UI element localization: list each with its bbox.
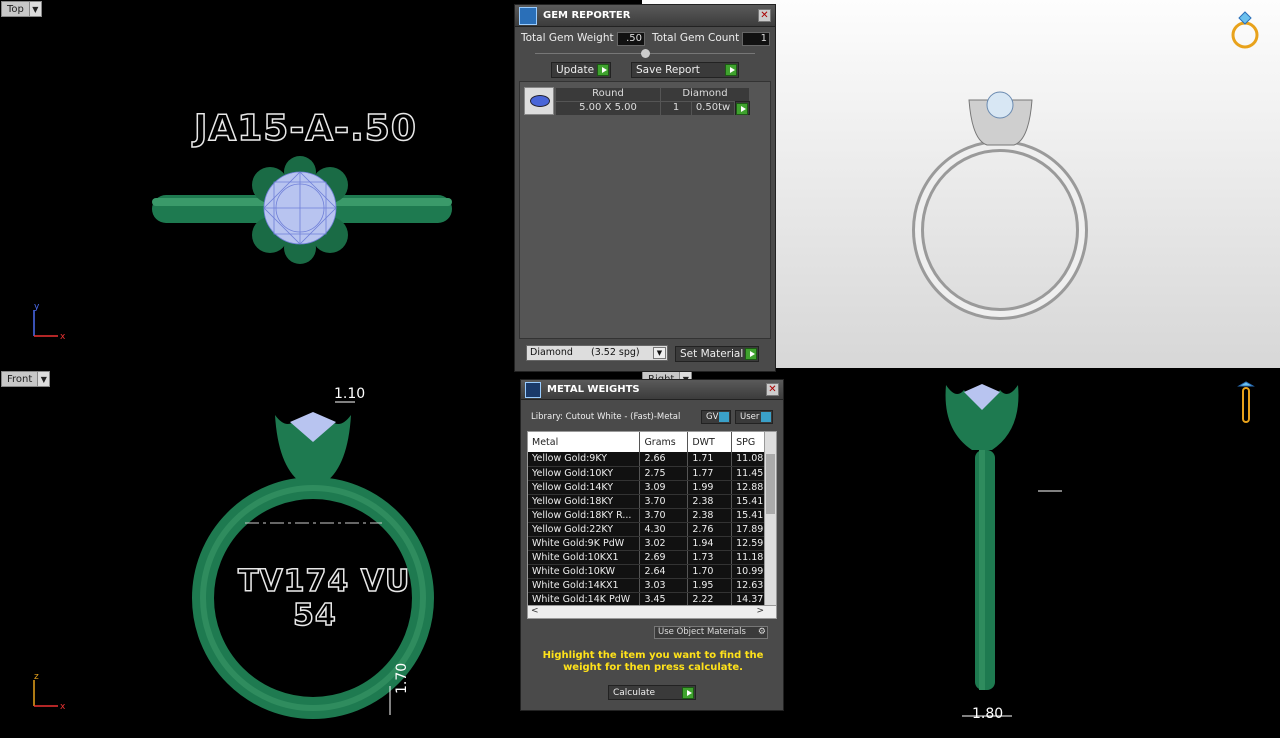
material-select[interactable]: Diamond (3.52 spg) ▼ — [526, 345, 668, 361]
dimension-top: 1.10 — [334, 386, 366, 402]
toggle-icon — [761, 412, 771, 422]
gem-header-shape: Round — [556, 88, 660, 101]
engraving-text-line1: TV174 VU — [237, 563, 411, 600]
table-row[interactable]: White Gold:14KX1 3.03 1.95 12.63 — [528, 578, 776, 593]
total-gem-count-label: Total Gem Count — [652, 32, 740, 44]
play-arrow-icon — [725, 64, 737, 76]
gem-count: 1 — [661, 102, 691, 115]
metal-weights-icon — [525, 381, 541, 398]
dimension-side: 1.80 — [972, 706, 1004, 722]
gem-reporter-icon — [519, 6, 537, 25]
total-gem-count-field[interactable]: 1 — [742, 32, 770, 46]
calculate-button[interactable]: Calculate — [608, 685, 696, 700]
gem-row-action-button[interactable] — [735, 101, 750, 115]
metal-weights-titlebar[interactable]: METAL WEIGHTS ✕ — [521, 380, 783, 400]
axis-gizmo-front: z x — [33, 672, 66, 712]
play-arrow-icon — [682, 687, 694, 699]
gem-size: 5.00 X 5.00 — [556, 102, 660, 115]
update-button[interactable]: Update — [551, 62, 611, 78]
table-row[interactable]: White Gold:10KX1 2.69 1.73 11.18 — [528, 550, 776, 565]
front-view-gizmo-icon[interactable] — [1236, 380, 1256, 426]
total-gem-weight-field[interactable]: .50 — [617, 32, 645, 46]
horizontal-scrollbar[interactable]: < > — [528, 605, 776, 618]
svg-text:y: y — [34, 302, 40, 312]
close-icon[interactable]: ✕ — [766, 383, 779, 396]
splitter-knob-icon[interactable] — [641, 49, 650, 58]
scroll-left-icon[interactable]: < — [531, 606, 539, 616]
scrollbar-thumb[interactable] — [766, 454, 775, 514]
column-header-dwt[interactable]: DWT — [687, 432, 733, 452]
metal-weights-panel: METAL WEIGHTS ✕ Library: Cutout White - … — [520, 379, 784, 711]
close-icon[interactable]: ✕ — [758, 9, 771, 22]
metal-table: Metal Grams DWT SPG Yellow Gold:9KY 2.66 1… — [528, 432, 776, 607]
set-material-button[interactable]: Set Material — [675, 346, 759, 362]
library-label: Library: Cutout White - (Fast)-Metal — [531, 412, 681, 422]
engraving-text-line2: 54 — [292, 597, 337, 634]
table-row[interactable]: Yellow Gold:18KY R... 3.70 2.38 15.41 — [528, 508, 776, 523]
gv-toggle[interactable]: GV — [701, 410, 731, 424]
ring-icon[interactable] — [1228, 8, 1262, 52]
gem-row[interactable]: Round Diamond 5.00 X 5.00 1 0.50tw — [524, 87, 750, 115]
dimension-bottom: 1.70 — [394, 662, 410, 694]
table-row[interactable]: White Gold:9K PdW 3.02 1.94 12.59 — [528, 536, 776, 551]
play-arrow-icon — [736, 103, 748, 115]
svg-text:z: z — [34, 672, 39, 682]
column-header-grams[interactable]: Grams — [639, 432, 689, 452]
table-row[interactable]: Yellow Gold:10KY 2.75 1.77 11.45 — [528, 466, 776, 481]
gear-icon[interactable]: ⚙ — [758, 627, 766, 638]
gem-shape-icon — [524, 87, 554, 115]
user-toggle[interactable]: User — [735, 410, 773, 424]
metal-table-header: Metal Grams DWT SPG — [528, 432, 776, 452]
gem-reporter-panel: GEM REPORTER ✕ Total Gem Weight .50 Tota… — [514, 4, 776, 372]
svg-text:x: x — [60, 702, 66, 712]
metal-table-container[interactable]: Metal Grams DWT SPG Yellow Gold:9KY 2.66 1… — [527, 431, 777, 619]
gem-header-type: Diamond — [661, 88, 749, 101]
gem-reporter-titlebar[interactable]: GEM REPORTER ✕ — [515, 5, 775, 27]
table-row[interactable]: Yellow Gold:22KY 4.30 2.76 17.89 — [528, 522, 776, 537]
table-row[interactable]: White Gold:10KW 2.64 1.70 10.99 — [528, 564, 776, 579]
scroll-right-icon[interactable]: > — [756, 606, 764, 616]
chevron-down-icon[interactable]: ▼ — [653, 347, 666, 359]
vertical-scrollbar[interactable] — [764, 432, 776, 606]
gem-list-area: Round Diamond 5.00 X 5.00 1 0.50tw — [519, 81, 771, 339]
column-header-metal[interactable]: Metal — [528, 432, 641, 452]
gem-weight: 0.50tw — [692, 102, 734, 115]
table-row[interactable]: White Gold:14K PdW 3.45 2.22 14.37 — [528, 592, 776, 607]
total-gem-weight-label: Total Gem Weight — [521, 32, 614, 44]
save-report-button[interactable]: Save Report — [631, 62, 739, 78]
table-row[interactable]: Yellow Gold:14KY 3.09 1.99 12.88 — [528, 480, 776, 495]
table-row[interactable]: Yellow Gold:9KY 2.66 1.71 11.08 — [528, 452, 776, 467]
use-object-materials-select[interactable]: Use Object Materials ⚙ — [654, 626, 768, 639]
table-row[interactable]: Yellow Gold:18KY 3.70 2.38 15.41 — [528, 494, 776, 509]
svg-text:x: x — [60, 332, 66, 342]
axis-gizmo-top: y x — [33, 302, 66, 342]
hint-text: Highlight the item you want to find the … — [542, 650, 764, 673]
play-arrow-icon — [745, 348, 757, 360]
play-arrow-icon — [597, 64, 609, 76]
toggle-icon — [719, 412, 729, 422]
